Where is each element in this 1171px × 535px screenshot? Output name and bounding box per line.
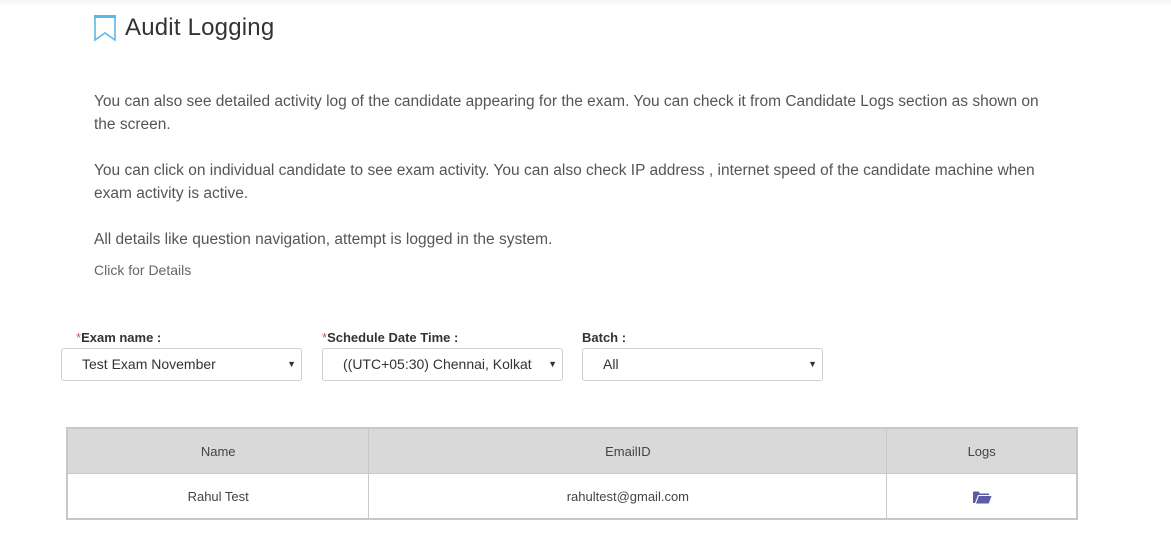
- table-header-row: Name EmailID Logs: [66, 427, 1078, 474]
- schedule-date-time-filter: *Schedule Date Time : ((UTC+05:30) Chenn…: [322, 329, 563, 381]
- folder-open-icon[interactable]: [972, 490, 992, 504]
- bookmark-icon: [93, 14, 117, 42]
- column-header-email: EmailID: [368, 427, 888, 474]
- batch-filter: Batch : All ▼: [582, 329, 823, 381]
- batch-value: All: [603, 356, 619, 372]
- chevron-down-icon: ▼: [808, 359, 817, 369]
- chevron-down-icon: ▼: [548, 359, 557, 369]
- chevron-down-icon: ▼: [287, 359, 296, 369]
- batch-label: Batch :: [582, 330, 627, 345]
- description-paragraph-2: You can click on individual candidate to…: [94, 162, 1035, 202]
- column-header-name: Name: [66, 427, 370, 474]
- schedule-date-time-select[interactable]: ((UTC+05:30) Chennai, Kolkat ▼: [322, 348, 563, 381]
- exam-name-filter: *Exam name : Test Exam November ▼: [61, 329, 302, 381]
- candidate-logs-table: Name EmailID Logs Rahul Test rahultest@g…: [66, 427, 1078, 520]
- cell-logs: [886, 473, 1078, 520]
- top-shadow: [0, 0, 1171, 6]
- page-header: Audit Logging: [93, 13, 274, 43]
- exam-name-label: *Exam name :: [76, 330, 162, 345]
- description-paragraph-3: All details like question navigation, at…: [94, 231, 553, 248]
- schedule-date-time-label: *Schedule Date Time :: [322, 330, 459, 345]
- click-for-details-link[interactable]: Click for Details: [94, 262, 191, 278]
- cell-email: rahultest@gmail.com: [368, 473, 888, 520]
- table-row: Rahul Test rahultest@gmail.com: [66, 473, 1078, 520]
- schedule-date-time-value: ((UTC+05:30) Chennai, Kolkat: [343, 356, 532, 372]
- description-paragraph-1: You can also see detailed activity log o…: [94, 93, 1039, 133]
- batch-select[interactable]: All ▼: [582, 348, 823, 381]
- cell-name: Rahul Test: [66, 473, 370, 520]
- exam-name-select[interactable]: Test Exam November ▼: [61, 348, 302, 381]
- column-header-logs: Logs: [886, 427, 1078, 474]
- exam-name-value: Test Exam November: [82, 356, 216, 372]
- page-title: Audit Logging: [125, 14, 275, 41]
